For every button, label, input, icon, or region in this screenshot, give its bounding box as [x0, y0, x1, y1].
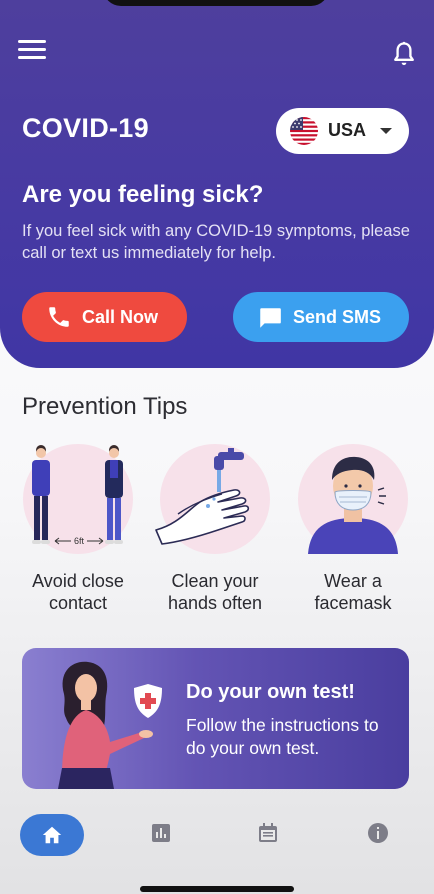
send-sms-label: Send SMS: [293, 307, 382, 327]
tip-caption: Avoid close contact: [32, 571, 124, 613]
tip-clean-hands[interactable]: Clean your hands often: [148, 444, 282, 624]
app-screen: COVID-19 USA Are you feeling sick? If yo…: [0, 0, 434, 894]
nav-calendar[interactable]: [252, 810, 316, 856]
nav-home[interactable]: [20, 814, 84, 856]
tip-avoid-close-contact[interactable]: 6ft Avoid close contact: [11, 444, 145, 624]
country-label: USA: [328, 120, 367, 140]
menu-button[interactable]: [18, 40, 46, 62]
distance-label: 6ft: [74, 536, 85, 546]
header-panel: COVID-19 USA Are you feeling sick? If yo…: [0, 0, 434, 368]
tip-caption: Clean your hands often: [167, 571, 263, 613]
bottom-nav: [0, 810, 434, 860]
device-notch: [103, 0, 329, 6]
home-icon: [42, 826, 62, 844]
hand-wash-illustration: [155, 448, 250, 545]
self-test-banner[interactable]: Do your own test! Follow the instruction…: [22, 648, 409, 789]
self-test-text: Follow the instructions to do your own t…: [186, 715, 379, 758]
sick-help-text: If you feel sick with any COVID-19 sympt…: [22, 222, 410, 262]
call-now-button[interactable]: Call Now: [22, 292, 187, 342]
chat-icon: [260, 308, 281, 328]
chevron-down-icon: [380, 128, 392, 134]
menu-icon: [18, 40, 46, 43]
calendar-icon: [259, 823, 277, 842]
tip-wear-facemask[interactable]: Wear a facemask: [286, 444, 420, 624]
sick-question-heading: Are you feeling sick?: [22, 181, 264, 208]
nav-stats[interactable]: [145, 810, 209, 856]
info-icon: [368, 823, 388, 843]
nav-info[interactable]: [362, 810, 426, 856]
bar-chart-icon: [152, 824, 170, 842]
woman-test-illustration: [58, 661, 162, 789]
send-sms-button[interactable]: Send SMS: [233, 292, 409, 342]
country-select[interactable]: USA: [276, 108, 409, 154]
prevention-tips-heading: Prevention Tips: [22, 393, 188, 420]
us-flag-icon: [290, 117, 318, 145]
call-now-label: Call Now: [82, 307, 159, 327]
home-indicator: [140, 886, 294, 892]
tip-caption: Wear a facemask: [314, 571, 392, 613]
app-title: COVID-19: [22, 113, 149, 143]
social-distance-illustration: 6ft: [32, 445, 123, 546]
self-test-title: Do your own test!: [186, 681, 355, 703]
phone-icon: [49, 307, 69, 327]
bell-icon: [394, 41, 414, 66]
facemask-illustration: [308, 456, 398, 554]
notifications-button[interactable]: [390, 40, 418, 68]
